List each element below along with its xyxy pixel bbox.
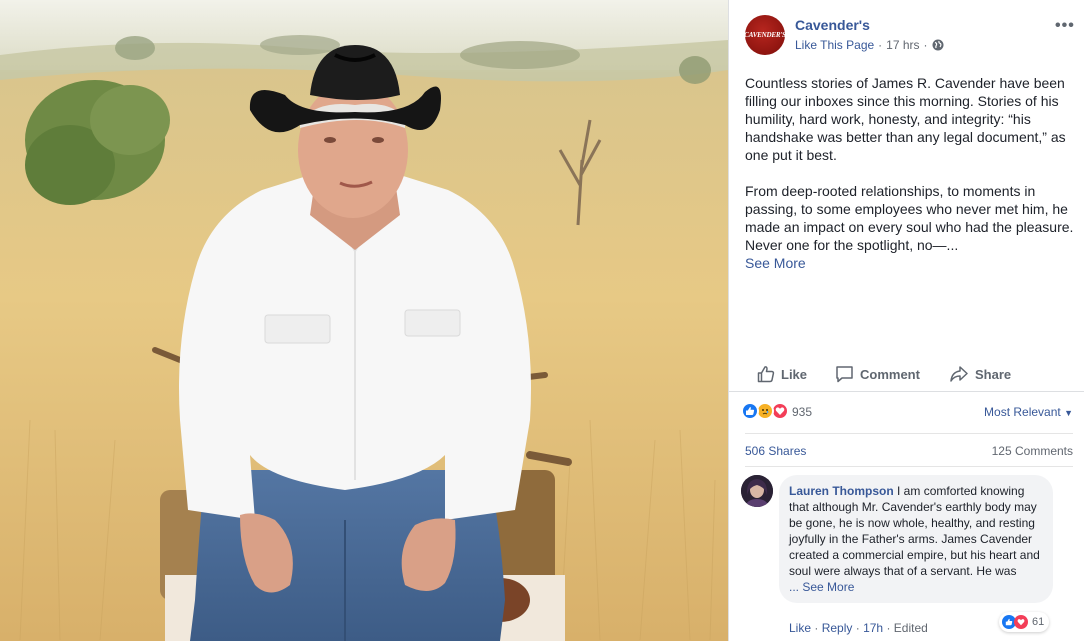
globe-icon (932, 39, 944, 51)
love-icon (1014, 615, 1028, 629)
like-page-link[interactable]: Like This Page (795, 38, 874, 52)
page-avatar[interactable]: CAVENDER'S (744, 15, 786, 55)
comment-time[interactable]: 17h (863, 621, 883, 635)
caret-down-icon: ▼ (1064, 408, 1073, 418)
comment-button[interactable]: Comment (835, 362, 920, 386)
divider (745, 466, 1073, 467)
comment-see-more-link[interactable]: ... See More (789, 580, 854, 594)
meta-separator: · (878, 38, 883, 52)
thumbs-up-icon (757, 366, 775, 383)
stats-row: 506 Shares 125 Comments (745, 433, 1073, 458)
share-label: Share (975, 366, 1012, 382)
comment-bubble: Lauren Thompson I am comforted knowing t… (779, 475, 1053, 603)
separator: · (886, 621, 891, 635)
logo-text: CAVENDER'S (744, 31, 786, 39)
comments-count[interactable]: 125 Comments (992, 444, 1073, 458)
commenter-avatar[interactable] (741, 475, 773, 507)
post-meta: Like This Page · 17 hrs · (795, 38, 944, 52)
see-more-link[interactable]: See More (745, 254, 1075, 272)
comment-icon (836, 366, 853, 383)
like-label: Like (781, 366, 808, 382)
post-panel: CAVENDER'S Cavender's Like This Page · 1… (728, 0, 1084, 641)
share-icon (950, 366, 968, 382)
page-name[interactable]: Cavender's (795, 17, 870, 33)
post-text: Countless stories of James R. Cavender h… (745, 74, 1075, 272)
share-button[interactable]: Share (949, 362, 1011, 386)
post-photo[interactable] (0, 0, 728, 641)
meta-separator: · (923, 38, 928, 52)
comment-actions: Like · Reply · 17h · Edited (789, 621, 928, 635)
like-button[interactable]: Like (757, 362, 807, 386)
most-relevant-dropdown[interactable]: Most Relevant ▼ (984, 405, 1073, 419)
more-options-icon[interactable]: ••• (1055, 17, 1075, 35)
shares-count[interactable]: 506 Shares (745, 444, 806, 458)
reactions-row: 935 Most Relevant ▼ (741, 402, 1073, 424)
comment-label: Comment (860, 366, 920, 382)
comment-like-link[interactable]: Like (789, 621, 811, 635)
edited-label[interactable]: Edited (894, 621, 928, 635)
post-header: CAVENDER'S Cavender's Like This Page · 1… (744, 15, 1075, 59)
comment-reaction-count: 61 (1032, 616, 1045, 628)
post-actions: Like Comment Share (729, 356, 1084, 392)
post-paragraph-1: Countless stories of James R. Cavender h… (745, 75, 1066, 163)
like-icon[interactable] (741, 402, 759, 420)
post-paragraph-2: From deep-rooted relationships, to momen… (745, 183, 1074, 253)
comment-text: I am comforted knowing that although Mr.… (789, 484, 1040, 578)
post-time[interactable]: 17 hrs (886, 38, 919, 52)
comment-reactions[interactable]: 61 (999, 612, 1050, 632)
photo-illustration (0, 0, 728, 641)
comment-author[interactable]: Lauren Thompson (789, 484, 894, 498)
comment-reply-link[interactable]: Reply (822, 621, 853, 635)
separator: · (814, 621, 819, 635)
reaction-count[interactable]: 935 (792, 405, 812, 419)
sort-label: Most Relevant (984, 405, 1061, 419)
separator: · (855, 621, 860, 635)
